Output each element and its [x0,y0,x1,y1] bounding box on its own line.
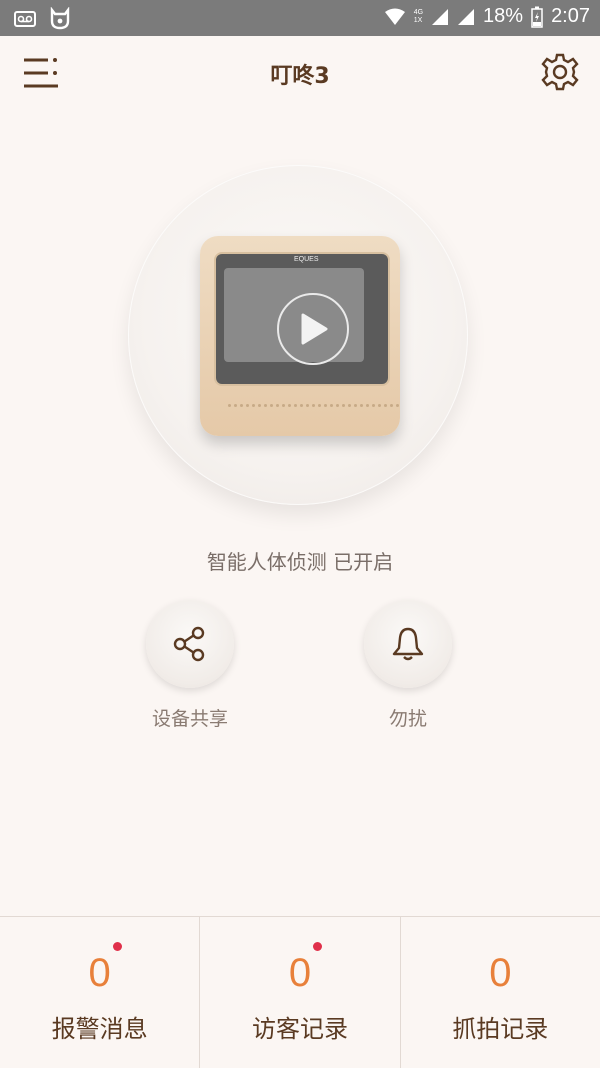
do-not-disturb-label: 勿扰 [388,708,427,730]
snapshot-records-label: 抓拍记录 [452,1015,549,1043]
share-device-button[interactable] [146,600,234,688]
new-badge [313,942,323,951]
do-not-disturb-action[interactable]: 勿扰 [358,600,458,731]
clock: 2:07 [551,5,590,27]
battery-charging-icon [531,6,543,28]
bottom-tab-bar: 0 报警消息 0 访客记录 0 抓拍记录 [0,916,600,1068]
gear-icon [541,53,579,91]
do-not-disturb-button[interactable] [364,600,452,688]
status-bar: 4G 1X 18% 2:07 [0,0,600,36]
network-4g: 4G [413,8,424,16]
voicemail-icon [14,11,36,27]
bell-icon [392,627,424,661]
play-button[interactable] [277,293,349,365]
app-notification-icon [50,7,70,30]
settings-button[interactable] [540,52,580,92]
tab-alarm-messages[interactable]: 0 报警消息 [0,917,199,1068]
share-device-action[interactable]: 设备共享 [140,600,240,731]
snapshot-records-count: 0 [489,951,512,995]
wifi-icon [384,8,405,25]
app-header: 叮咚3 [0,36,600,108]
visitor-records-count: 0 [288,951,312,995]
cell-signal-2-icon [458,8,475,25]
tab-visitor-records[interactable]: 0 访客记录 [199,917,399,1068]
share-icon [173,626,205,662]
play-icon [301,313,328,345]
device-brand: EQUES [294,256,319,263]
battery-percent: 18% [483,5,524,27]
alarm-messages-label: 报警消息 [51,1015,148,1043]
motion-detection-status: 智能人体侦测 已开启 [206,550,394,574]
new-badge [113,942,122,951]
device-speaker-grille [228,404,399,407]
alarm-messages-count: 0 [88,951,111,995]
tab-snapshot-records[interactable]: 0 抓拍记录 [399,917,600,1068]
page-title: 叮咚3 [270,64,330,89]
cell-signal-icon [432,8,449,25]
visitor-records-label: 访客记录 [251,1015,348,1043]
network-1x: 1X [413,16,423,24]
device-screen: EQUES [214,252,390,386]
doorbell-device-image[interactable]: EQUES [200,236,400,436]
share-device-label: 设备共享 [151,708,228,730]
network-type: 4G 1X [414,9,423,25]
